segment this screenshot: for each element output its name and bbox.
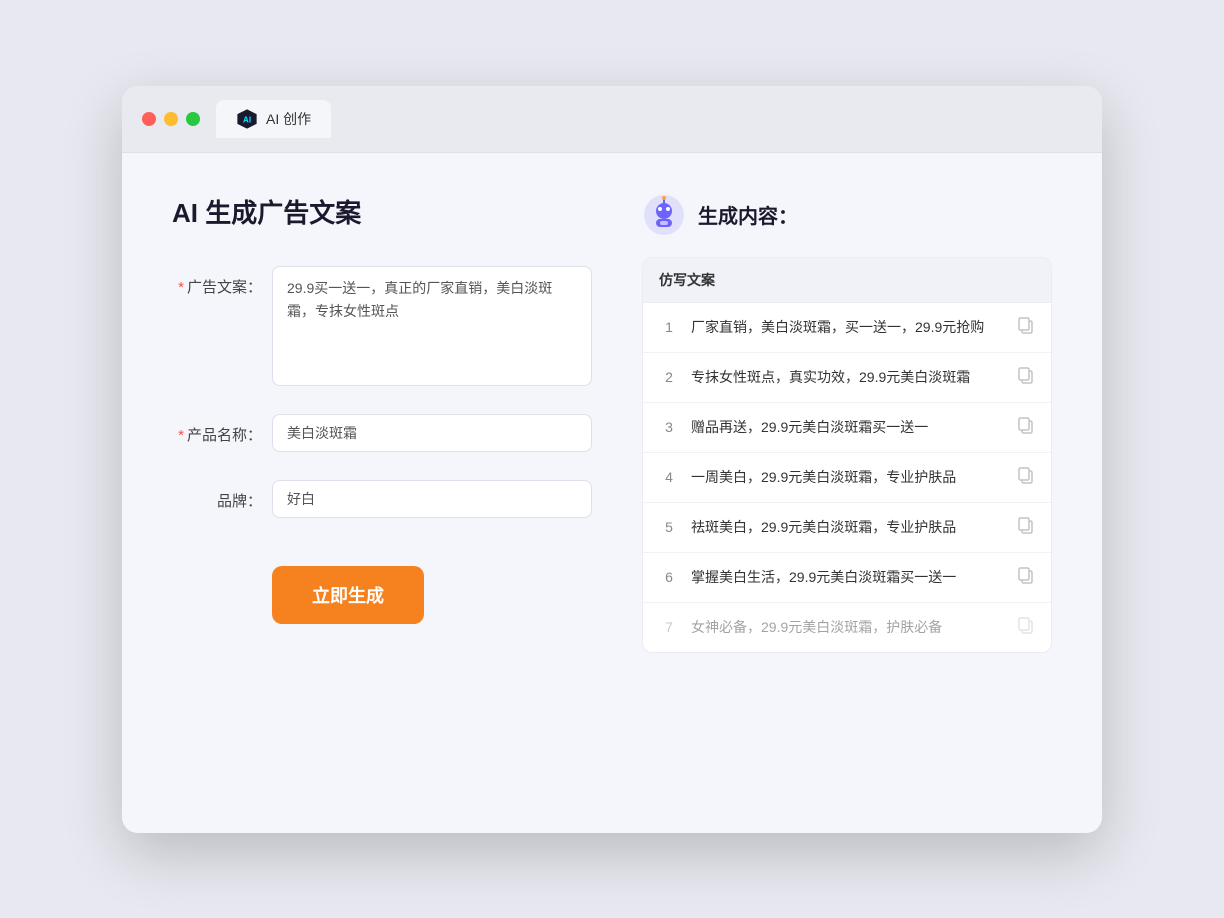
result-header: 生成内容： bbox=[642, 193, 1052, 237]
ad-copy-input[interactable]: 29.9买一送一，真正的厂家直销，美白淡斑霜，专抹女性斑点 bbox=[272, 266, 592, 386]
table-row: 4 一周美白，29.9元美白淡斑霜，专业护肤品 bbox=[643, 453, 1051, 503]
row-number: 4 bbox=[659, 469, 679, 485]
required-mark-2: * bbox=[178, 427, 184, 444]
row-text: 一周美白，29.9元美白淡斑霜，专业护肤品 bbox=[691, 467, 1005, 488]
browser-window: AI AI 创作 AI 生成广告文案 *广告文案： 29.9买一送一，真正的厂家… bbox=[122, 86, 1102, 833]
row-number: 7 bbox=[659, 619, 679, 635]
minimize-button[interactable] bbox=[164, 112, 178, 126]
row-number: 3 bbox=[659, 419, 679, 435]
traffic-lights bbox=[142, 112, 200, 126]
table-row: 3 赠品再送，29.9元美白淡斑霜买一送一 bbox=[643, 403, 1051, 453]
product-name-group: *产品名称： 美白淡斑霜 bbox=[172, 414, 592, 452]
row-number: 6 bbox=[659, 569, 679, 585]
row-number: 5 bbox=[659, 519, 679, 535]
row-text: 赠品再送，29.9元美白淡斑霜买一送一 bbox=[691, 417, 1005, 438]
copy-button[interactable] bbox=[1017, 516, 1035, 539]
bot-icon bbox=[642, 193, 686, 237]
brand-input[interactable]: 好白 bbox=[272, 480, 592, 518]
ai-tab-icon: AI bbox=[236, 108, 258, 130]
tab-label: AI 创作 bbox=[266, 109, 311, 129]
required-mark-1: * bbox=[178, 279, 184, 296]
copy-button[interactable] bbox=[1017, 566, 1035, 589]
maximize-button[interactable] bbox=[186, 112, 200, 126]
generate-button[interactable]: 立即生成 bbox=[272, 566, 424, 624]
title-bar: AI AI 创作 bbox=[122, 86, 1102, 153]
copy-button[interactable] bbox=[1017, 466, 1035, 489]
row-number: 1 bbox=[659, 319, 679, 335]
table-row: 6 掌握美白生活，29.9元美白淡斑霜买一送一 bbox=[643, 553, 1051, 603]
product-name-label: *产品名称： bbox=[172, 414, 262, 445]
result-table: 仿写文案 1 厂家直销，美白淡斑霜，买一送一，29.9元抢购 2 专抹女性斑点，真实… bbox=[642, 257, 1052, 653]
svg-text:AI: AI bbox=[243, 115, 251, 124]
result-rows-container: 1 厂家直销，美白淡斑霜，买一送一，29.9元抢购 2 专抹女性斑点，真实功效，29… bbox=[643, 303, 1051, 652]
copy-button[interactable] bbox=[1017, 366, 1035, 389]
ad-copy-label: *广告文案： bbox=[172, 266, 262, 297]
table-header: 仿写文案 bbox=[643, 258, 1051, 303]
ai-creation-tab[interactable]: AI AI 创作 bbox=[216, 100, 331, 138]
row-text: 掌握美白生活，29.9元美白淡斑霜买一送一 bbox=[691, 567, 1005, 588]
left-panel: AI 生成广告文案 *广告文案： 29.9买一送一，真正的厂家直销，美白淡斑霜，… bbox=[172, 193, 592, 793]
copy-button[interactable] bbox=[1017, 316, 1035, 339]
brand-group: 品牌： 好白 bbox=[172, 480, 592, 518]
row-number: 2 bbox=[659, 369, 679, 385]
brand-label: 品牌： bbox=[172, 480, 262, 511]
result-title: 生成内容： bbox=[698, 200, 798, 229]
page-title: AI 生成广告文案 bbox=[172, 193, 592, 230]
ad-copy-group: *广告文案： 29.9买一送一，真正的厂家直销，美白淡斑霜，专抹女性斑点 bbox=[172, 266, 592, 386]
table-row: 7 女神必备，29.9元美白淡斑霜，护肤必备 bbox=[643, 603, 1051, 652]
copy-button[interactable] bbox=[1017, 416, 1035, 439]
row-text: 专抹女性斑点，真实功效，29.9元美白淡斑霜 bbox=[691, 367, 1005, 388]
table-row: 5 祛斑美白，29.9元美白淡斑霜，专业护肤品 bbox=[643, 503, 1051, 553]
row-text: 女神必备，29.9元美白淡斑霜，护肤必备 bbox=[691, 617, 1005, 638]
row-text: 厂家直销，美白淡斑霜，买一送一，29.9元抢购 bbox=[691, 317, 1005, 338]
product-name-input[interactable]: 美白淡斑霜 bbox=[272, 414, 592, 452]
close-button[interactable] bbox=[142, 112, 156, 126]
right-panel: 生成内容： 仿写文案 1 厂家直销，美白淡斑霜，买一送一，29.9元抢购 2 专抹女… bbox=[642, 193, 1052, 793]
copy-button[interactable] bbox=[1017, 616, 1035, 639]
row-text: 祛斑美白，29.9元美白淡斑霜，专业护肤品 bbox=[691, 517, 1005, 538]
content-area: AI 生成广告文案 *广告文案： 29.9买一送一，真正的厂家直销，美白淡斑霜，… bbox=[122, 153, 1102, 833]
table-row: 1 厂家直销，美白淡斑霜，买一送一，29.9元抢购 bbox=[643, 303, 1051, 353]
table-row: 2 专抹女性斑点，真实功效，29.9元美白淡斑霜 bbox=[643, 353, 1051, 403]
